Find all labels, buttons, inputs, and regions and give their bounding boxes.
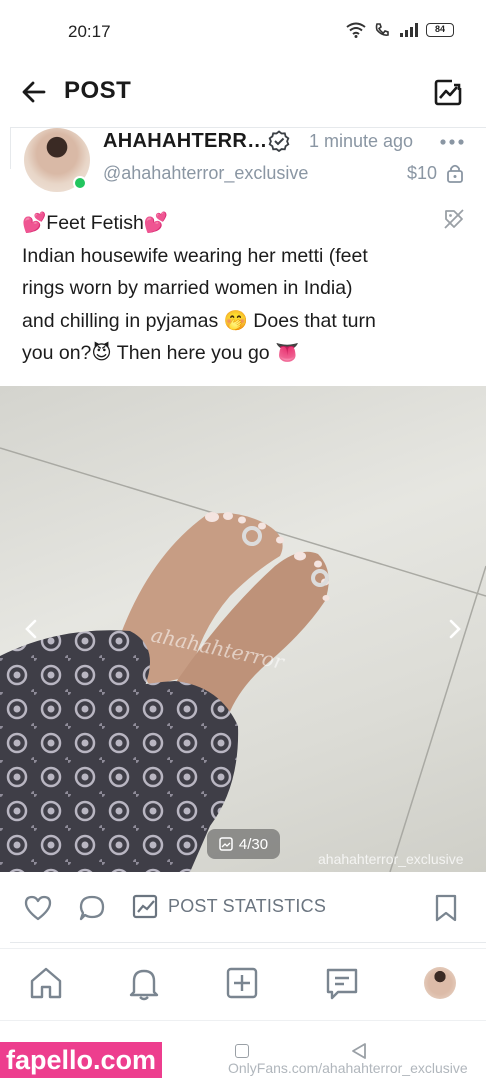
wifi-icon xyxy=(346,22,366,38)
bottom-nav xyxy=(0,948,486,1020)
online-indicator xyxy=(73,176,87,190)
bell-icon[interactable] xyxy=(126,965,162,1001)
post-text-line: Indian housewife wearing her metti (feet xyxy=(22,244,368,267)
signal-icon xyxy=(400,23,418,37)
call-icon xyxy=(375,23,389,36)
post-actions: POST STATISTICS xyxy=(0,872,486,942)
profile-avatar[interactable] xyxy=(424,967,456,999)
page-title: POST xyxy=(64,77,132,104)
recents-icon[interactable] xyxy=(235,1044,249,1058)
author-handle[interactable]: @ahahahterror_exclusive xyxy=(103,163,308,184)
media-watermark: ahahahterror_exclusive xyxy=(318,851,464,867)
lock-icon xyxy=(447,164,463,183)
source-url: OnlyFans.com/ahahahterror_exclusive xyxy=(228,1060,468,1076)
post-text-line: you on?😈 Then here you go 👅 xyxy=(22,342,300,364)
post-text: 💕Feet Fetish💕 Indian housewife wearing h… xyxy=(22,207,442,370)
chevron-left-icon[interactable] xyxy=(20,617,44,641)
post-text-line: and chilling in pyjamas 🤭 Does that turn xyxy=(22,309,376,332)
verified-icon xyxy=(268,130,290,152)
media-counter: 4/30 xyxy=(207,829,280,859)
image-icon xyxy=(219,837,233,851)
post-statistics-label: POST STATISTICS xyxy=(168,895,327,916)
divider xyxy=(10,942,486,943)
bookmark-icon[interactable] xyxy=(434,894,458,922)
stats-icon xyxy=(132,894,158,919)
post-time: 1 minute ago xyxy=(309,131,414,151)
site-badge: fapello.com xyxy=(0,1042,162,1078)
post-text-line: rings worn by married women in India) xyxy=(22,277,353,299)
home-icon[interactable] xyxy=(28,965,64,1001)
heart-icon[interactable] xyxy=(24,895,52,921)
plus-square-icon[interactable] xyxy=(224,965,260,1001)
message-icon[interactable] xyxy=(324,965,360,1001)
back-arrow-icon[interactable] xyxy=(18,76,50,108)
post-price: $10 xyxy=(407,163,438,183)
chevron-right-icon[interactable] xyxy=(442,617,466,641)
status-icons: 84 xyxy=(346,22,454,38)
app-header: POST xyxy=(0,62,486,124)
more-icon[interactable] xyxy=(440,134,464,150)
status-bar: 20:17 84 xyxy=(0,0,486,62)
post-statistics-button[interactable]: POST STATISTICS xyxy=(132,893,326,919)
post-text-line: 💕Feet Fetish💕 xyxy=(22,212,169,234)
author-name[interactable]: AHAHAHTERR… xyxy=(103,130,267,153)
post-media[interactable]: ahahahterror xyxy=(0,386,486,872)
battery-icon: 84 xyxy=(426,23,454,37)
tag-icon[interactable] xyxy=(443,208,465,230)
post-card-top-border xyxy=(10,127,486,128)
comment-icon[interactable] xyxy=(78,894,106,922)
post-card-left-border xyxy=(10,127,11,169)
stats-icon[interactable] xyxy=(432,76,464,108)
status-time: 20:17 xyxy=(68,22,111,41)
system-back-icon[interactable] xyxy=(350,1042,368,1060)
media-counter-label: 4/30 xyxy=(238,835,269,853)
media-photo: ahahahterror xyxy=(0,447,486,872)
